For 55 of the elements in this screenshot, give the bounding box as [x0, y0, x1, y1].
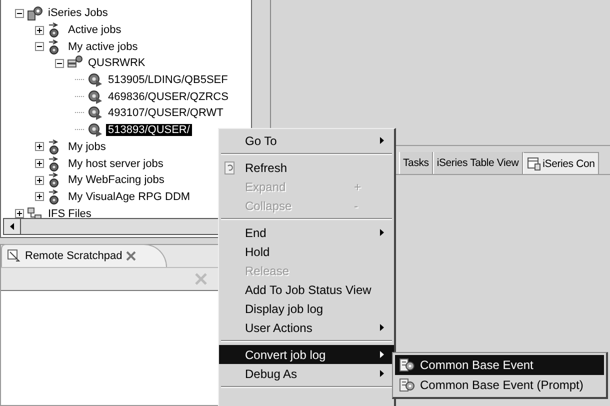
menu-item[interactable]: Refresh — [219, 158, 394, 177]
menu-item[interactable]: Convert job log — [219, 345, 394, 364]
menu-item[interactable]: Go To — [219, 131, 394, 150]
submenu-arrow-icon — [380, 370, 384, 377]
menu-item[interactable]: Common Base Event (Prompt) — [395, 375, 604, 395]
tree-item[interactable]: My host server jobs — [66, 158, 166, 170]
menu-item[interactable]: End — [219, 223, 394, 242]
collapse-toggle-icon[interactable] — [35, 42, 44, 52]
view-tab[interactable]: Tasks — [399, 152, 433, 174]
tree-item[interactable]: 469836/QUSER/QZRCS — [106, 90, 230, 103]
tree-item[interactable]: QUSRWRK — [86, 57, 148, 70]
collapse-toggle-icon[interactable] — [15, 8, 24, 18]
table-view-icon — [526, 156, 541, 170]
job-icon — [87, 122, 103, 138]
menu-item[interactable]: Hold — [219, 242, 394, 261]
tree-item[interactable]: 513893/QUSER/ — [106, 124, 192, 136]
tree-item[interactable]: My active jobs — [66, 40, 140, 53]
folder-tree-icon — [27, 206, 43, 218]
tree-item[interactable]: Active jobs — [66, 24, 124, 36]
view-tab[interactable]: iSeries Table View — [432, 152, 523, 174]
scratchpad-icon — [7, 249, 21, 263]
submenu-arrow-icon — [380, 137, 384, 144]
submenu-arrow-icon — [380, 351, 384, 358]
expand-toggle-icon[interactable] — [35, 26, 44, 35]
expand-toggle-icon[interactable] — [35, 176, 44, 185]
tree-item[interactable]: iSeries Jobs — [46, 7, 110, 20]
job-icon — [87, 105, 103, 122]
gear-document-icon — [399, 357, 415, 373]
scroll-left-icon[interactable] — [10, 223, 14, 230]
view-tab[interactable]: iSeries Con — [522, 152, 599, 174]
submenu-arrow-icon — [380, 229, 384, 236]
expand-toggle-icon[interactable] — [35, 142, 44, 152]
tree-item[interactable]: My jobs — [66, 140, 108, 153]
menu-item[interactable]: Display job log — [219, 299, 394, 318]
expand-toggle-icon[interactable] — [15, 209, 24, 218]
menu-item[interactable]: Add To Job Status View — [219, 280, 394, 299]
collapse-toggle-icon[interactable] — [55, 58, 64, 68]
refresh-icon — [223, 160, 237, 174]
tree-item[interactable]: IFS Files — [46, 208, 94, 218]
close-icon[interactable] — [126, 251, 136, 261]
gear-document-icon — [399, 377, 415, 393]
job-icon — [87, 72, 103, 88]
menu-item[interactable]: Common Base Event — [395, 355, 604, 375]
expand-toggle-icon[interactable] — [35, 192, 44, 202]
scratchpad-tab[interactable]: Remote Scratchpad — [1, 244, 168, 267]
expand-toggle-icon[interactable] — [35, 159, 44, 168]
tree-item[interactable]: 493107/QUSER/QRWT — [106, 107, 226, 120]
tree-item[interactable]: My VisualAge RPG DDM — [66, 190, 192, 203]
gears-icon — [27, 5, 43, 22]
tree-item[interactable]: 513905/LDING/QB5SEF — [106, 74, 230, 86]
menu-item[interactable]: Debug As — [219, 364, 394, 383]
menu-item[interactable]: User Actions — [219, 318, 394, 337]
tree-item[interactable]: My WebFacing jobs — [66, 174, 166, 186]
job-icon — [87, 88, 103, 105]
submenu-arrow-icon — [380, 324, 384, 331]
